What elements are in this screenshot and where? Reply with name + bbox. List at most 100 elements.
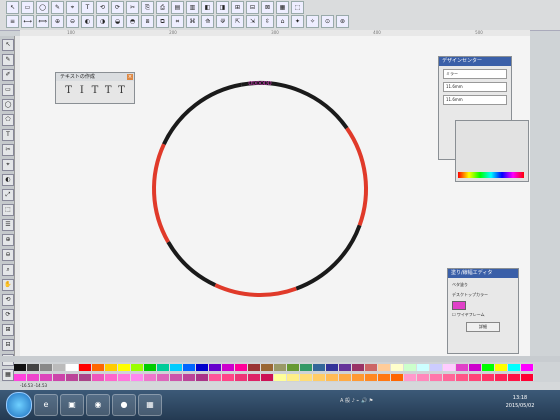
toolbar-button[interactable]: ⟷ [21,15,34,28]
toolbar-button[interactable]: ⟰ [201,15,214,28]
color-swatch[interactable] [313,374,326,381]
color-swatch[interactable] [456,364,469,371]
ring-text[interactable]: ODDODD [248,81,271,87]
tool-button[interactable]: ⌕ [2,264,14,276]
color-swatch[interactable] [27,374,40,381]
toolbar-button[interactable]: ◯ [36,1,49,14]
color-swatch[interactable] [157,374,170,381]
toolbar-button[interactable]: ⌖ [66,1,79,14]
text-tool-button[interactable]: T [64,85,73,97]
color-swatch[interactable] [378,364,391,371]
color-swatch[interactable] [391,374,404,381]
toolbar-button[interactable]: ≡ [6,15,19,28]
color-swatch[interactable] [443,374,456,381]
color-swatch[interactable] [235,364,248,371]
toolbar-button[interactable]: T [81,1,94,14]
color-swatch[interactable] [261,364,274,371]
toolbar-button[interactable]: ⊟ [246,1,259,14]
color-swatch[interactable] [92,374,105,381]
toolbar-button[interactable]: ⌂ [276,15,289,28]
ring-segment-black[interactable] [241,81,349,130]
tool-button[interactable]: ⬚ [2,204,14,216]
color-swatch[interactable] [352,364,365,371]
color-swatch[interactable] [274,364,287,371]
tool-button[interactable]: ⬠ [2,114,14,126]
fill-type-select[interactable]: ベタ塗り [452,281,514,288]
toolbar-button[interactable]: ⌘ [186,15,199,28]
current-color-swatch[interactable] [452,301,466,310]
color-swatch[interactable] [209,374,222,381]
color-swatch[interactable] [92,364,105,371]
toolbar-button[interactable]: ✧ [306,15,319,28]
color-palette-row-1[interactable] [14,364,534,371]
color-swatch[interactable] [417,364,430,371]
color-swatch[interactable] [482,364,495,371]
color-swatch[interactable] [261,374,274,381]
stroke-panel-title[interactable]: 塗り/線幅エディタ [448,269,518,278]
fill-stroke-editor-panel[interactable]: 塗り/線幅エディタ ベタ塗り デスクトップカラー ☐ ワイヤフレーム 詳細 [447,268,519,354]
tool-button[interactable]: ▦ [2,369,14,381]
toolbar-button[interactable]: ◨ [216,1,229,14]
tool-button[interactable]: ✎ [2,54,14,66]
toolbar-button[interactable]: ⧈ [141,15,154,28]
color-swatch[interactable] [157,364,170,371]
toolbar-button[interactable]: ◧ [201,1,214,14]
color-swatch[interactable] [300,374,313,381]
color-spectrum-bar[interactable] [458,172,524,178]
tool-button[interactable]: ◐ [2,174,14,186]
color-palette-row-2[interactable] [14,374,534,381]
horizontal-scrollbar[interactable] [0,356,560,362]
tool-button[interactable]: ⟲ [2,294,14,306]
toolbar-button[interactable]: ✂ [126,1,139,14]
color-swatch[interactable] [365,374,378,381]
taskbar-media-icon[interactable]: ◉ [86,394,110,416]
toolbar-button[interactable]: ⇲ [246,15,259,28]
tool-button[interactable]: ⊖ [2,249,14,261]
toolbar-button[interactable]: ⟳ [111,1,124,14]
color-swatch[interactable] [378,374,391,381]
toolbar-button[interactable]: ⟲ [96,1,109,14]
ring-segment-red[interactable] [152,143,170,243]
color-swatch[interactable] [196,364,209,371]
tool-button[interactable]: ☰ [2,219,14,231]
color-swatch[interactable] [287,374,300,381]
close-icon[interactable]: × [127,74,133,80]
tool-button[interactable]: ✐ [2,69,14,81]
tool-button[interactable]: ◯ [2,99,14,111]
color-swatch[interactable] [508,374,521,381]
color-swatch[interactable] [14,374,27,381]
color-swatch[interactable] [183,374,196,381]
color-swatch[interactable] [131,364,144,371]
toolbar-button[interactable]: ⊕ [51,15,64,28]
color-swatch[interactable] [404,374,417,381]
palette-titlebar[interactable]: テキストの作成 × [56,73,134,81]
color-swatch[interactable] [118,374,131,381]
color-swatch[interactable] [105,374,118,381]
toolbar-button[interactable]: ✦ [291,15,304,28]
color-swatch[interactable] [456,374,469,381]
text-create-palette[interactable]: テキストの作成 × T I T T T [55,72,135,104]
toolbar-button[interactable]: ◐ [81,15,94,28]
color-swatch[interactable] [170,374,183,381]
taskbar-ie-icon[interactable]: e [34,394,58,416]
color-swatch[interactable] [352,374,365,381]
color-swatch[interactable] [144,364,157,371]
taskbar-chrome-icon[interactable]: ● [112,394,136,416]
color-swatch[interactable] [40,374,53,381]
details-button[interactable]: 詳細 [466,322,500,332]
color-swatch[interactable] [40,364,53,371]
color-swatch[interactable] [248,374,261,381]
toolbar-button[interactable]: ⎘ [141,1,154,14]
ring-segment-red[interactable] [345,127,368,226]
color-swatch[interactable] [14,364,27,371]
color-swatch[interactable] [209,364,222,371]
toolbar-button[interactable]: ↖ [6,1,19,14]
taskbar-app-icon[interactable]: ▦ [138,394,162,416]
area-text-tool-button[interactable]: T [104,85,113,97]
color-swatch[interactable] [339,364,352,371]
tool-button[interactable]: ✋ [2,279,14,291]
color-swatch[interactable] [131,374,144,381]
toolbar-button[interactable]: ◓ [126,15,139,28]
start-button[interactable] [6,392,32,418]
color-swatch[interactable] [521,374,534,381]
